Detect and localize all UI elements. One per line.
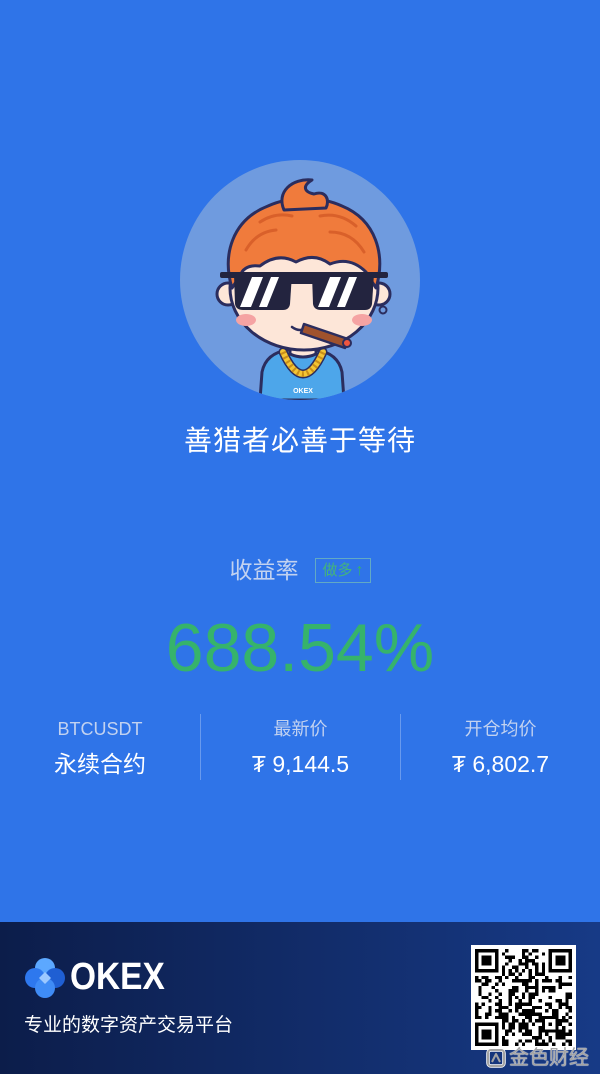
detail-contract: BTCUSDT 永续合约	[0, 714, 200, 780]
share-poster: OKEX 善猎者必善于等待 收益率 做多 ↑ 688.54% BTCUSDT 永…	[0, 0, 600, 1074]
detail-value: 永续合约	[54, 751, 146, 777]
brand-name: OKEX	[70, 956, 165, 998]
watermark-text: 金色财经	[509, 1047, 589, 1069]
yield-label: 收益率	[229, 557, 299, 583]
right-cheek	[352, 314, 372, 326]
yield-header: 收益率 做多 ↑	[0, 556, 600, 584]
detail-label: 最新价	[273, 719, 328, 739]
jinse-logo-icon	[486, 1048, 506, 1068]
qr-alignment	[541, 1015, 559, 1033]
qr-finder-top-right	[548, 949, 572, 973]
qr-code-icon	[475, 949, 572, 1046]
qr-finder-top-left	[475, 949, 499, 973]
detail-label: BTCUSDT	[57, 719, 143, 739]
arrow-up-icon: ↑	[355, 561, 364, 579]
position-side-label: 做多	[322, 561, 353, 579]
cigar-tip	[342, 338, 352, 348]
sunglasses-bridge	[290, 278, 314, 284]
detail-value: ₮ 6,802.7	[451, 751, 550, 777]
watermark: 金色财经	[486, 1046, 589, 1070]
detail-label: 开仓均价	[464, 719, 537, 739]
avatar-shirt-text: OKEX	[293, 388, 313, 395]
okex-logo-icon	[25, 958, 65, 998]
position-side-badge: 做多 ↑	[315, 557, 371, 583]
yield-value: 688.54%	[165, 610, 435, 686]
left-cheek	[236, 314, 256, 326]
qr-finder-bottom-left	[475, 1022, 499, 1046]
profile-motto: 善猎者必善于等待	[183, 425, 416, 456]
brand-tagline: 专业的数字资产交易平台	[24, 1015, 234, 1036]
detail-latest-price: 最新价 ₮ 9,144.5	[200, 714, 400, 780]
avatar: OKEX	[180, 160, 420, 400]
detail-avg-open-price: 开仓均价 ₮ 6,802.7	[400, 714, 600, 780]
qr-code	[471, 945, 576, 1050]
position-details: BTCUSDT 永续合约 最新价 ₮ 9,144.5 开仓均价 ₮ 6,802.…	[0, 714, 600, 780]
detail-value: ₮ 9,144.5	[251, 751, 350, 777]
